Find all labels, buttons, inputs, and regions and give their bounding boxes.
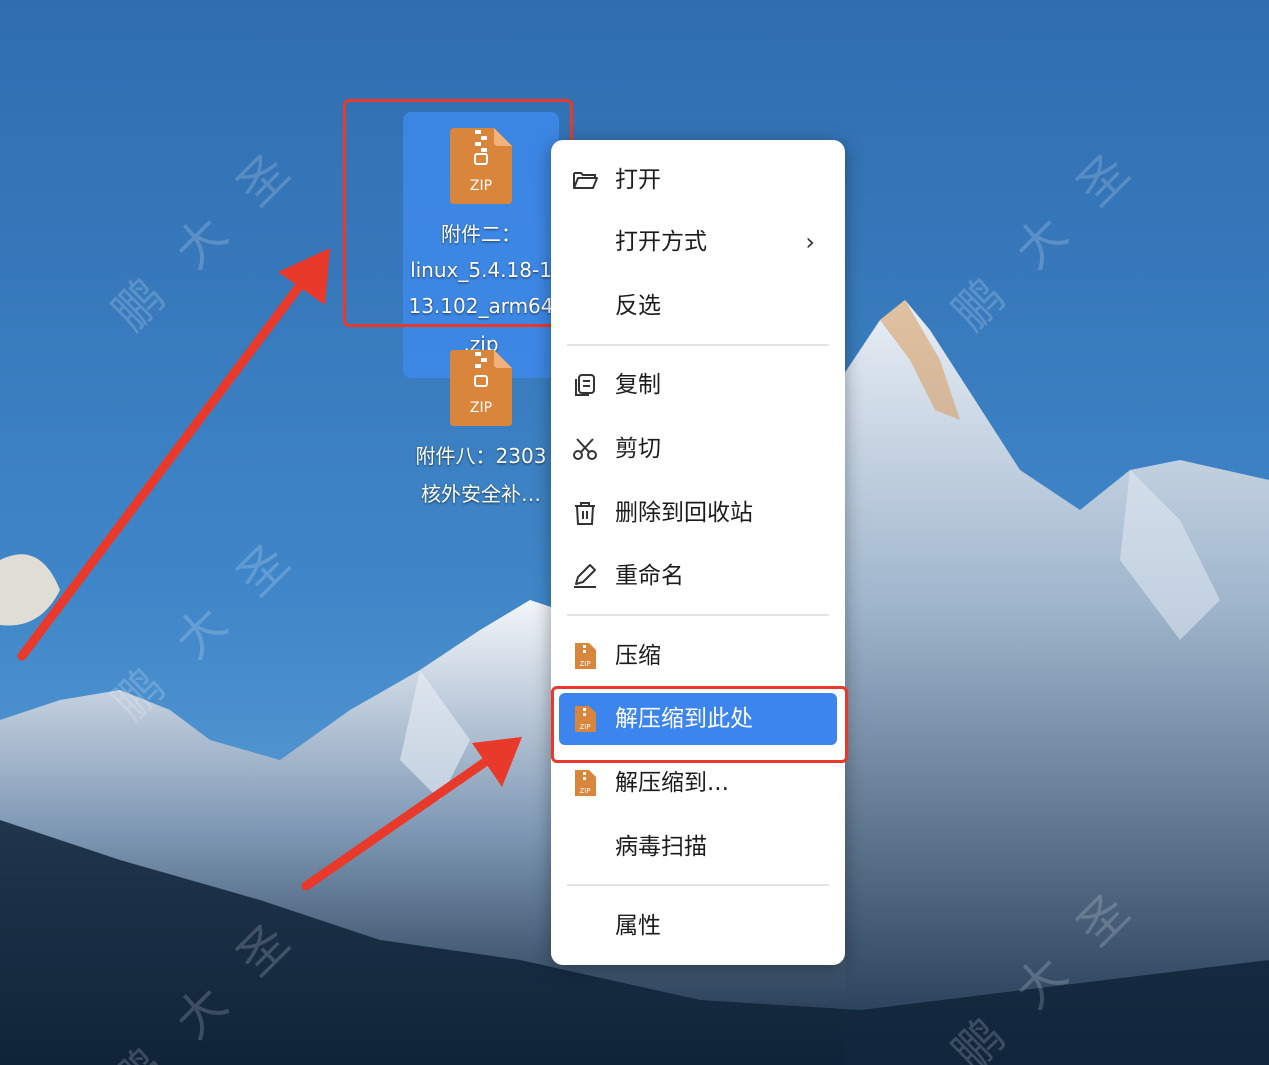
trash-icon	[575, 502, 595, 525]
annotation-box	[551, 686, 848, 763]
context-menu: 打开 打开方式 › 反选 复制 剪切 删除到回收站 重命名 ZIP 压缩 ZIP…	[551, 140, 845, 965]
file-name-line: 附件八：2303	[415, 444, 547, 468]
chevron-right-icon: ›	[805, 228, 815, 256]
zip-archive-icon: ZIP	[450, 350, 512, 426]
desktop[interactable]: 鹏大圣 鹏大圣 鹏大圣 鹏大圣 鹏大圣 ZIP 附件二： linux_5.4.1…	[0, 0, 1269, 1065]
menu-item-cut[interactable]: 剪切	[559, 423, 837, 475]
pencil-icon	[574, 564, 596, 588]
menu-item-open-with[interactable]: 打开方式 ›	[559, 216, 837, 268]
menu-separator	[567, 344, 829, 346]
menu-item-delete[interactable]: 删除到回收站	[559, 487, 837, 539]
menu-item-label: 复制	[615, 372, 661, 398]
file-name-line: 核外安全补…	[421, 482, 541, 506]
copy-icon	[575, 374, 595, 396]
menu-item-rename[interactable]: 重命名	[559, 550, 837, 602]
menu-item-label: 压缩	[615, 643, 661, 669]
annotation-box	[343, 99, 573, 327]
menu-item-extract-to[interactable]: ZIP 解压缩到...	[559, 757, 837, 809]
menu-item-invert-selection[interactable]: 反选	[559, 280, 837, 332]
menu-item-label: 打开方式	[615, 229, 707, 255]
svg-text:ZIP: ZIP	[579, 660, 590, 668]
menu-item-open[interactable]: 打开	[559, 154, 837, 206]
menu-item-copy[interactable]: 复制	[559, 359, 837, 411]
scissors-icon	[573, 438, 597, 460]
svg-text:ZIP: ZIP	[470, 400, 492, 416]
folder-open-icon	[573, 172, 598, 189]
menu-separator	[567, 884, 829, 886]
menu-item-label: 解压缩到...	[615, 770, 729, 796]
svg-text:ZIP: ZIP	[579, 787, 590, 795]
menu-item-label: 重命名	[615, 563, 684, 589]
menu-item-label: 属性	[615, 913, 661, 939]
desktop-file[interactable]: ZIP 附件八：2303 核外安全补…	[403, 350, 559, 520]
menu-item-label: 反选	[615, 293, 661, 319]
zip-archive-icon: ZIP	[575, 770, 596, 796]
menu-item-virus-scan[interactable]: 病毒扫描	[559, 821, 837, 873]
menu-item-label: 打开	[615, 167, 661, 193]
menu-item-label: 删除到回收站	[615, 500, 753, 526]
menu-separator	[567, 614, 829, 616]
zip-archive-icon: ZIP	[575, 643, 596, 669]
menu-item-compress[interactable]: ZIP 压缩	[559, 630, 837, 682]
menu-item-label: 剪切	[615, 436, 661, 462]
menu-item-properties[interactable]: 属性	[559, 900, 837, 952]
menu-item-label: 病毒扫描	[615, 834, 707, 860]
